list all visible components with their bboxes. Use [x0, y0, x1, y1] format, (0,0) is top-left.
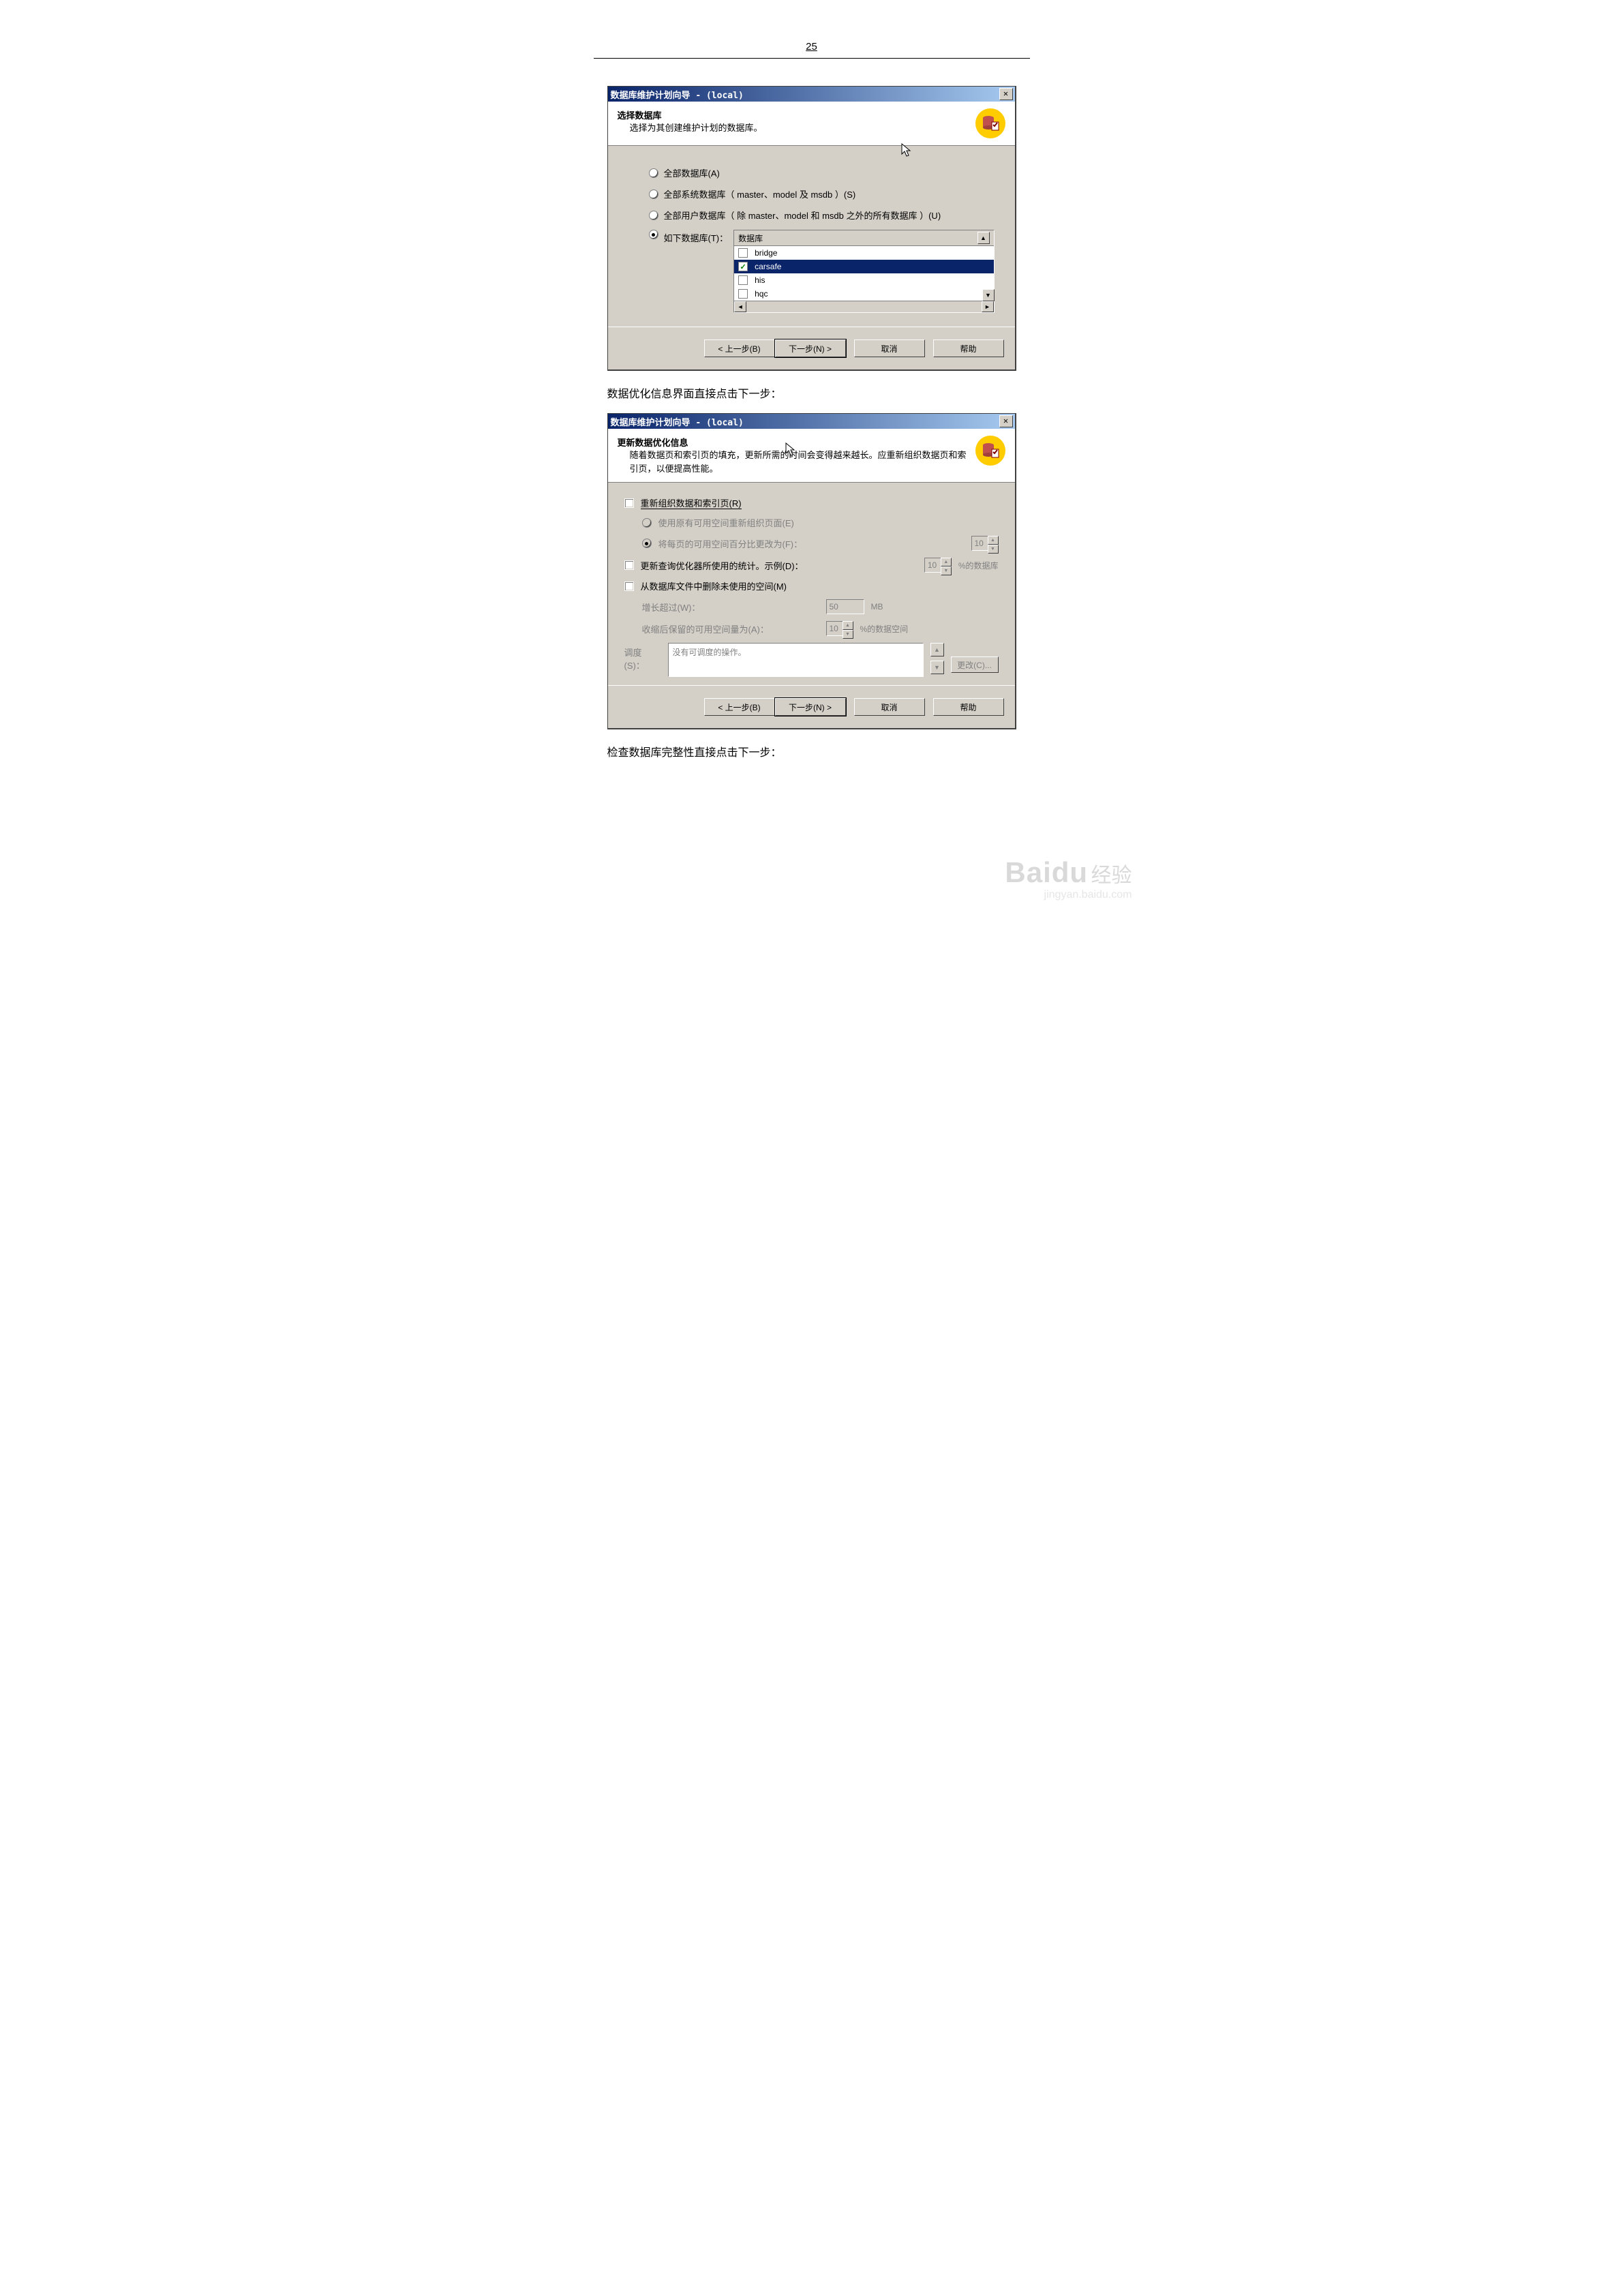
header-desc: 选择为其创建维护计划的数据库。 — [630, 121, 969, 135]
sched-scroll-down: ▼ — [930, 661, 944, 674]
db-list: 数据库 ▲ bridge ✓ carsafe — [733, 230, 994, 313]
db-row-hqc[interactable]: hqc — [734, 287, 993, 301]
help-button[interactable]: 帮助 — [933, 698, 1004, 716]
back-button[interactable]: < 上一步(B) — [704, 339, 775, 357]
next-button[interactable]: 下一步(N) > — [775, 698, 846, 716]
db-row-bridge[interactable]: bridge — [734, 246, 993, 260]
wizard-select-db-dialog: 数据库维护计划向导 - (local) ✕ 选择数据库 选择为其创建维护计划的数… — [607, 86, 1016, 371]
radio-change-pct: 将每页的可用空间百分比更改为(F)： 10 ▲▼ — [642, 536, 999, 551]
scroll-up-button[interactable]: ▲ — [977, 232, 990, 244]
radio-system-db-label: 全部系统数据库（ master、model 及 msdb ）(S) — [664, 187, 856, 200]
chk-update-stats-label: 更新查询优化器所使用的统计。示例(D)： — [641, 559, 917, 572]
change-schedule-button: 更改(C)... — [951, 656, 999, 673]
header-panel: 更新数据优化信息 随着数据页和索引页的填充，更新所需的时间会变得越来越长。应重新… — [608, 429, 1015, 483]
radio-use-existing-space: 使用原有可用空间重新组织页面(E) — [642, 516, 999, 529]
db-col-header: 数据库 — [738, 232, 977, 244]
scroll-left-button[interactable]: ◄ — [734, 301, 746, 312]
schedule-text: 没有可调度的操作。 — [668, 643, 924, 677]
wizard-update-optimization-dialog: 数据库维护计划向导 - (local) ✕ 更新数据优化信息 随着数据页和索引页… — [607, 413, 1016, 729]
header-panel: 选择数据库 选择为其创建维护计划的数据库。 — [608, 102, 1015, 146]
radio-use-existing-space-label: 使用原有可用空间重新组织页面(E) — [658, 516, 999, 529]
help-button[interactable]: 帮助 — [933, 339, 1004, 357]
db-name: carsafe — [755, 262, 781, 271]
checkbox[interactable] — [738, 248, 748, 258]
chk-reorganize-label: 重新组织数据和索引页(R) — [641, 498, 742, 509]
db-row-carsafe[interactable]: ✓ carsafe — [734, 260, 993, 273]
watermark-cn: 经验 — [1091, 864, 1132, 887]
chk-reorganize[interactable]: 重新组织数据和索引页(R) — [624, 496, 999, 509]
shrink-spinner: 10 ▲▼ — [826, 621, 853, 636]
close-button[interactable]: ✕ — [999, 88, 1013, 100]
db-row-his[interactable]: his — [734, 273, 993, 287]
db-name: his — [755, 275, 765, 285]
scroll-down-button[interactable]: ▼ — [982, 289, 995, 301]
button-row: < 上一步(B) 下一步(N) > 取消 帮助 — [608, 327, 1015, 369]
checkbox[interactable]: ✓ — [738, 262, 748, 271]
next-button[interactable]: 下一步(N) > — [775, 339, 846, 357]
close-button[interactable]: ✕ — [999, 415, 1013, 427]
radio-user-db-label: 全部用户数据库（ 除 master、model 和 msdb 之外的所有数据库 … — [664, 209, 941, 222]
header-desc: 随着数据页和索引页的填充，更新所需的时间会变得越来越长。应重新组织数据页和索引页… — [630, 449, 969, 475]
header-title: 选择数据库 — [618, 108, 969, 121]
chk-remove-space-label: 从数据库文件中删除未使用的空间(M) — [641, 579, 999, 592]
cancel-button[interactable]: 取消 — [854, 339, 925, 357]
titlebar: 数据库维护计划向导 - (local) ✕ — [608, 87, 1015, 102]
stats-spinner: 10 ▲▼ — [924, 558, 952, 573]
shrink-unit: %的数据空间 — [860, 623, 909, 635]
dialog-title: 数据库维护计划向导 - (local) — [611, 88, 999, 101]
database-icon — [975, 108, 1005, 138]
checkbox[interactable] — [738, 275, 748, 285]
db-name: bridge — [755, 248, 777, 258]
cancel-button[interactable]: 取消 — [854, 698, 925, 716]
caption-integrity: 检查数据库完整性直接点击下一步： — [607, 743, 1016, 759]
back-button[interactable]: < 上一步(B) — [704, 698, 775, 716]
watermark: Baidu 经验 jingyan.baidu.com — [1005, 856, 1132, 901]
db-name: hqc — [755, 289, 768, 299]
h-scrollbar[interactable]: ◄ ► — [734, 301, 993, 312]
checkbox[interactable] — [738, 289, 748, 299]
database-icon — [975, 436, 1005, 466]
caption-optimize: 数据优化信息界面直接点击下一步： — [607, 384, 1016, 401]
cursor-icon — [901, 143, 912, 158]
chk-remove-space[interactable]: 从数据库文件中删除未使用的空间(M) — [624, 579, 999, 592]
dialog-title: 数据库维护计划向导 - (local) — [611, 415, 999, 428]
radio-user-db[interactable]: 全部用户数据库（ 除 master、model 和 msdb 之外的所有数据库 … — [649, 209, 995, 222]
stats-unit: %的数据库 — [958, 560, 999, 571]
watermark-url: jingyan.baidu.com — [1005, 889, 1132, 901]
page-number: 25 — [594, 41, 1030, 59]
radio-system-db[interactable]: 全部系统数据库（ master、model 及 msdb ）(S) — [649, 187, 995, 200]
radio-these-db-label: 如下数据库(T)： — [664, 230, 729, 244]
grow-unit: MB — [871, 602, 883, 611]
header-title: 更新数据优化信息 — [618, 436, 969, 449]
radio-change-pct-label: 将每页的可用空间百分比更改为(F)： — [658, 537, 965, 550]
scroll-right-button[interactable]: ► — [982, 301, 994, 312]
grow-input: 50 — [826, 599, 864, 614]
radio-these-db[interactable] — [649, 230, 658, 239]
radio-all-db-label: 全部数据库(A) — [664, 166, 720, 179]
radio-all-db[interactable]: 全部数据库(A) — [649, 166, 995, 179]
titlebar: 数据库维护计划向导 - (local) ✕ — [608, 414, 1015, 429]
shrink-label: 收缩后保留的可用空间量为(A)： — [642, 622, 819, 635]
button-row: < 上一步(B) 下一步(N) > 取消 帮助 — [608, 685, 1015, 728]
chk-update-stats[interactable]: 更新查询优化器所使用的统计。示例(D)： 10 ▲▼ %的数据库 — [624, 558, 999, 573]
pct-spinner: 10 ▲▼ — [971, 536, 999, 551]
watermark-brand: Baidu — [1005, 856, 1088, 888]
sched-scroll-up: ▲ — [930, 643, 944, 656]
schedule-label: 调度(S)： — [624, 643, 661, 671]
grow-label: 增长超过(W)： — [642, 601, 819, 614]
